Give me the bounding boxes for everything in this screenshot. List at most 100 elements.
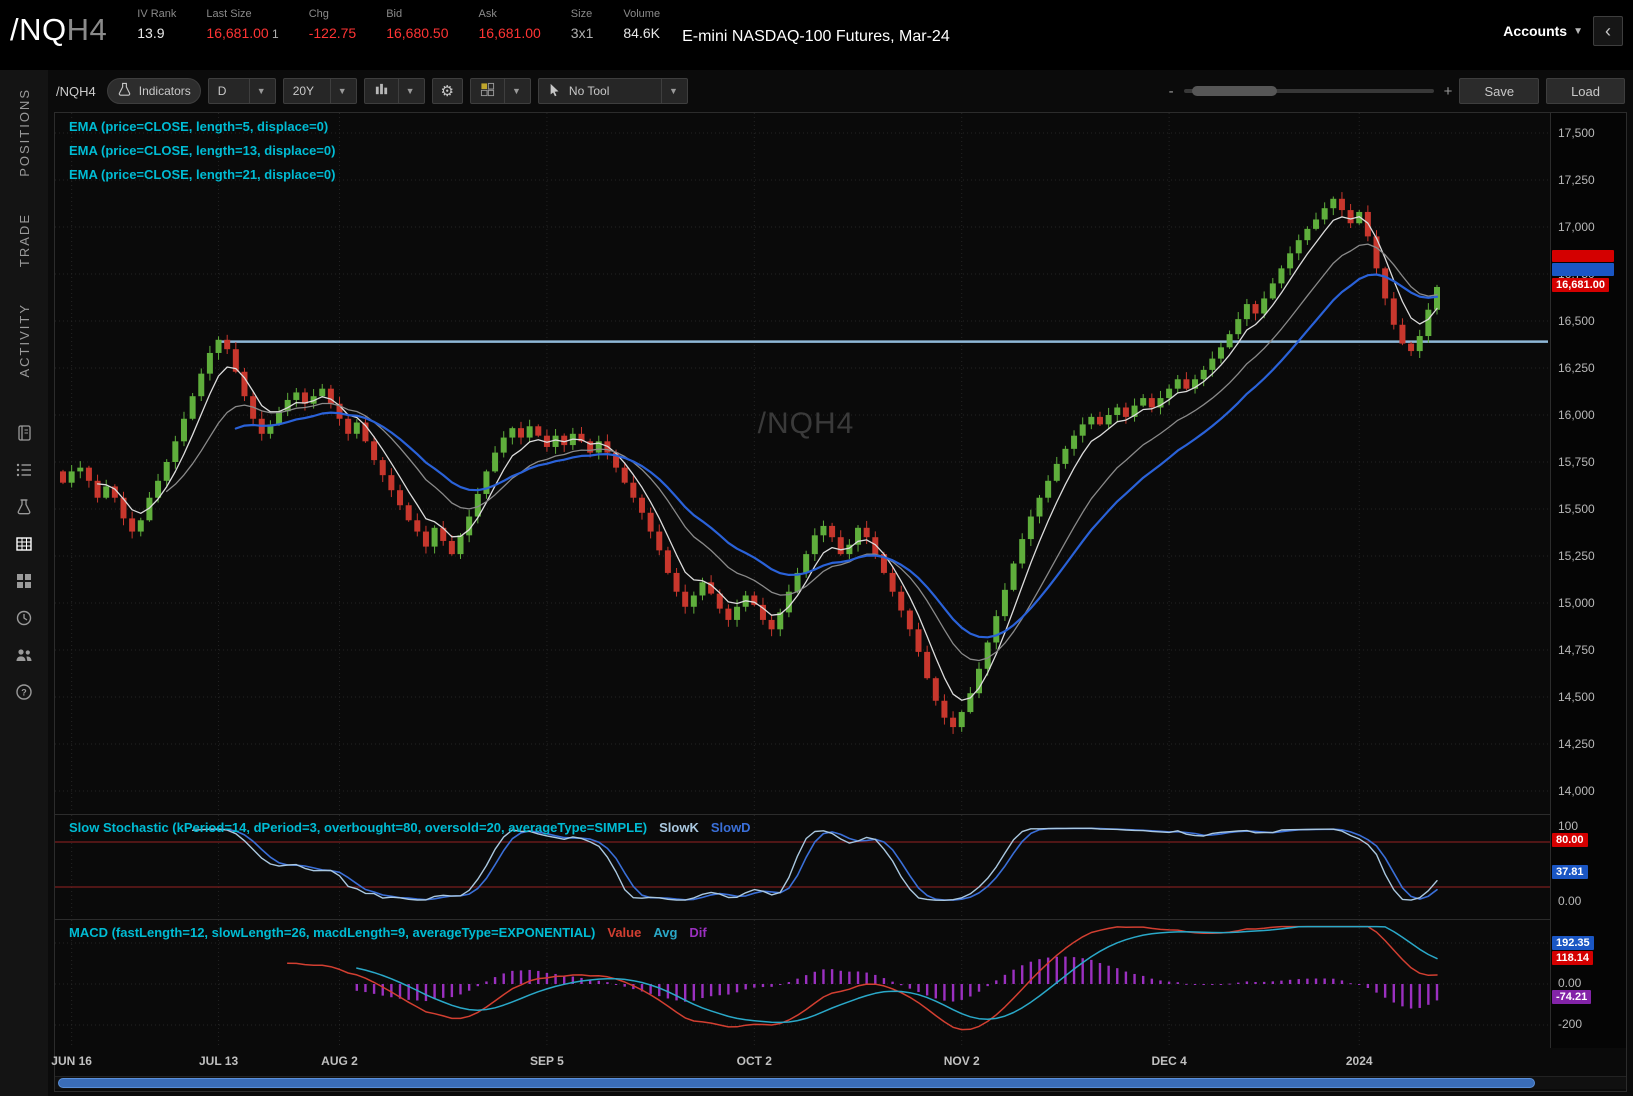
chart-toolbar: /NQH4 Indicators D ▼ 20Y ▼ ▼ ⚙ ▼ No Tool… [56,75,1625,107]
help-icon[interactable]: ? [14,682,34,702]
quote-field-label: Volume [623,8,661,20]
candles-icon [374,82,389,100]
chart-area: EMA (price=CLOSE, length=5, displace=0) E… [51,112,1627,1092]
time-tick-oct-2: OCT 2 [736,1054,772,1068]
chart-column: /NQH4 Indicators D ▼ 20Y ▼ ▼ ⚙ ▼ No Tool… [48,70,1633,1096]
macd-axis-label: 0.00 [1558,976,1582,990]
quote-field-value: 16,681.00 1 [206,25,278,41]
quote-field-label: Last Size [206,8,252,20]
macd-panel[interactable]: MACD (fastLength=12, slowLength=26, macd… [55,919,1550,1048]
time-tick-sep-5: SEP 5 [530,1054,564,1068]
macd-label: MACD (fastLength=12, slowLength=26, macd… [69,925,596,940]
header-right: Accounts ▼ ‹ [1503,16,1623,46]
zoom-slider-thumb[interactable] [1191,86,1277,96]
time-tick-jul-13: JUL 13 [198,1054,239,1068]
macd-badge: 192.35 [1552,935,1594,950]
sidebar-tab-positions[interactable]: POSITIONS [17,88,32,177]
legend-avg: Avg [653,925,678,940]
left-sidebar: POSITIONS TRADE ACTIVITY? [0,70,48,1096]
price-tick-label: 15,750 [1558,455,1595,469]
people-icon[interactable] [14,645,34,665]
quote-value-text: 16,681.00 [206,25,269,41]
axis-badge-partial-blue [1552,263,1614,276]
accounts-label: Accounts [1503,23,1568,39]
list-icon[interactable] [14,460,34,480]
chart-settings-button[interactable]: ⚙ [431,78,463,104]
ema-label: EMA (price=CLOSE, length=13, displace=0) [69,143,336,158]
legend-dif: Dif [689,925,707,940]
legend-slowk: SlowK [659,820,699,835]
range-value: 20Y [292,84,315,98]
zoom-in-button[interactable]: + [1444,83,1453,100]
price-tick-label: 14,500 [1558,690,1595,704]
flask-icon[interactable] [14,497,34,517]
price-tick-label: 17,250 [1558,173,1595,187]
app-root: /NQH4 IV Rank 13.9 Last Size 16,681.00 1 Chg… [0,0,1633,1096]
chart-watermark: /NQH4 [757,407,855,440]
quote-field-value: 3x1 [571,25,594,41]
timeframe-dropdown[interactable]: D ▼ [207,78,276,104]
drawing-tool-dropdown[interactable]: No Tool ▼ [537,78,688,104]
quote-value-suffix: 1 [268,27,279,41]
time-tick-dec-4: DEC 4 [1151,1054,1187,1068]
quote-value-text: 13.9 [137,25,165,41]
price-tick-label: 16,500 [1558,314,1595,328]
quote-field-chg: Chg -122.75 [309,8,356,41]
table-icon[interactable] [14,534,34,554]
chevron-down-icon: ▼ [503,79,521,103]
zoom-out-button[interactable]: - [1169,83,1174,100]
chart-style-dropdown[interactable]: ▼ [363,78,425,104]
contract-title: E-mini NASDAQ-100 Futures, Mar-24 [682,28,950,45]
quote-field-label: Ask [478,8,497,20]
time-tick-2024: 2024 [1345,1054,1373,1068]
accounts-menu[interactable]: Accounts ▼ [1503,23,1583,39]
quote-field-label: IV Rank [137,8,177,20]
quote-fields: IV Rank 13.9 Last Size 16,681.00 1 Chg -122.7… [107,8,660,41]
price-tick-label: 14,000 [1558,784,1595,798]
quote-field-value: 16,681.00 [479,25,541,41]
indicators-button[interactable]: Indicators [106,78,201,104]
journal-icon[interactable] [14,423,34,443]
price-tick-label: 14,750 [1558,643,1595,657]
quote-field-size: Size 3x1 [571,8,594,41]
quote-value-text: 16,681.00 [478,25,541,41]
symbol-title: /NQH4 [10,12,107,48]
stoch-badge: 37.81 [1552,864,1588,879]
stochastic-label: Slow Stochastic (kPeriod=14, dPeriod=3, … [69,820,648,835]
layout-dropdown[interactable]: ▼ [469,78,531,104]
save-button[interactable]: Save [1459,78,1540,104]
last-price-badge: 16,681.00 [1552,277,1609,292]
stoch-axis-label: 100 [1558,819,1579,833]
price-tick-label: 15,250 [1558,549,1595,563]
stoch-axis-label: 0.00 [1558,894,1582,908]
scrollbar-thumb[interactable] [58,1078,1535,1088]
clock-icon[interactable] [14,608,34,628]
ema-label: EMA (price=CLOSE, length=21, displace=0) [69,167,336,182]
sidebar-tab-activity[interactable]: ACTIVITY [17,303,32,378]
price-chart[interactable] [55,113,1550,813]
quote-field-volume: Volume 84.6K [623,8,660,41]
quote-field-label: Chg [308,8,329,20]
zoom-slider[interactable] [1183,86,1434,96]
quote-field-ask: Ask 16,681.00 [479,8,541,41]
price-tick-label: 17,500 [1558,126,1595,140]
macd-badge: 118.14 [1552,950,1594,965]
macd-study-label: MACD (fastLength=12, slowLength=26, macd… [69,925,707,940]
symbol-month-code: H4 [66,12,108,47]
timeframe-value: D [217,84,227,98]
time-tick-nov-2: NOV 2 [943,1054,980,1068]
quote-header: /NQH4 IV Rank 13.9 Last Size 16,681.00 1 Chg… [0,0,1633,70]
grid-icon[interactable] [14,571,34,591]
time-tick-jun-16: JUN 16 [51,1054,92,1068]
price-axis: 17,50017,25017,00016,75016,50016,25016,0… [1550,113,1626,1048]
price-panel[interactable]: EMA (price=CLOSE, length=5, displace=0) E… [55,113,1550,813]
stochastic-panel[interactable]: Slow Stochastic (kPeriod=14, dPeriod=3, … [55,814,1550,918]
stoch-badge: 80.00 [1552,833,1588,847]
sidebar-tab-trade[interactable]: TRADE [17,213,32,267]
price-tick-label: 17,000 [1558,220,1595,234]
load-button[interactable]: Load [1546,78,1625,104]
collapse-panel-button[interactable]: ‹ [1593,16,1623,46]
range-dropdown[interactable]: 20Y ▼ [282,78,357,104]
chart-scrollbar[interactable] [55,1076,1626,1089]
quote-field-value: -122.75 [309,25,356,41]
